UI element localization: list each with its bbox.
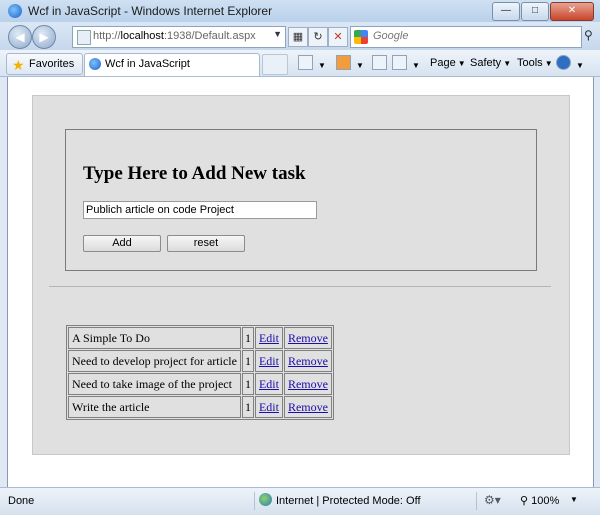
ie-logo-icon [89, 58, 101, 70]
command-bar: ★ Favorites Wcf in JavaScript ▼ ▼ ▼ Page… [0, 50, 600, 77]
page-viewport: Type Here to Add New task Add reset A Si… [7, 77, 594, 487]
addons-icon[interactable]: ⚙▾ [484, 493, 501, 507]
task-count: 1 [241, 327, 254, 349]
task-input[interactable] [83, 201, 317, 219]
help-button[interactable]: ▼ [556, 55, 584, 71]
home-icon [298, 55, 313, 70]
add-task-fieldset: Type Here to Add New task Add reset [65, 129, 537, 271]
minimize-button[interactable]: — [492, 2, 520, 21]
task-name: A Simple To Do [68, 327, 241, 349]
edit-link[interactable]: Edit [259, 400, 279, 414]
address-bar-row: ◀ ▶ http://localhost:1938/Default.aspx ▼… [0, 22, 600, 50]
maximize-button[interactable]: □ [521, 2, 549, 21]
tab-label: Wcf in JavaScript [105, 58, 190, 70]
home-button[interactable]: ▼ [298, 55, 326, 71]
close-button[interactable]: ✕ [550, 2, 594, 21]
remove-link[interactable]: Remove [288, 377, 328, 391]
remove-link[interactable]: Remove [288, 331, 328, 345]
help-icon [556, 55, 571, 70]
table-row: Need to take image of the project 1 Edit… [68, 373, 332, 395]
favorites-button[interactable]: ★ Favorites [6, 53, 84, 75]
edit-link[interactable]: Edit [259, 354, 279, 368]
google-icon [354, 30, 368, 44]
new-tab-button[interactable] [262, 54, 288, 75]
task-name: Need to take image of the project [68, 373, 241, 395]
zoom-level[interactable]: ⚲ 100% [520, 494, 559, 507]
ie-logo-icon [8, 4, 22, 18]
tools-menu[interactable]: Tools ▼ [517, 55, 553, 71]
divider [254, 492, 255, 510]
security-zone[interactable]: Internet | Protected Mode: Off [276, 495, 421, 507]
favorites-label: Favorites [29, 58, 75, 70]
window-title: Wcf in JavaScript - Windows Internet Exp… [28, 4, 273, 18]
reset-button[interactable]: reset [167, 235, 245, 252]
safety-menu[interactable]: Safety ▼ [470, 55, 511, 71]
task-count: 1 [241, 350, 254, 372]
page-title: Type Here to Add New task [83, 163, 306, 184]
task-name: Need to develop project for article [68, 350, 241, 372]
address-url: http://localhost:1938/Default.aspx [93, 30, 256, 42]
back-icon[interactable]: ◀ [8, 25, 32, 49]
chevron-down-icon[interactable]: ▼ [570, 495, 578, 504]
status-bar: Done Internet | Protected Mode: Off ⚙▾ ⚲… [0, 487, 600, 515]
divider [476, 492, 477, 510]
edit-link[interactable]: Edit [259, 377, 279, 391]
table-row: Need to develop project for article 1 Ed… [68, 350, 332, 372]
chevron-down-icon[interactable]: ▼ [273, 29, 282, 39]
window-controls: — □ ✕ [492, 2, 594, 21]
add-button[interactable]: Add [83, 235, 161, 252]
globe-icon [259, 493, 272, 506]
feeds-icon [336, 55, 351, 70]
title-bar: Wcf in JavaScript - Windows Internet Exp… [0, 0, 600, 22]
page-menu[interactable]: Page ▼ [430, 55, 466, 71]
remove-link[interactable]: Remove [288, 354, 328, 368]
mail-icon [372, 55, 387, 70]
task-count: 1 [241, 373, 254, 395]
forward-icon[interactable]: ▶ [32, 25, 56, 49]
edit-link[interactable]: Edit [259, 331, 279, 345]
stop-icon[interactable]: ✕ [328, 27, 348, 47]
task-name: Write the article [68, 396, 241, 418]
address-input[interactable]: http://localhost:1938/Default.aspx ▼ [72, 26, 286, 48]
print-icon [392, 55, 407, 70]
star-icon: ★ [12, 57, 25, 73]
search-icon[interactable]: ⚲ [584, 28, 593, 42]
mail-button[interactable] [372, 55, 390, 71]
refresh-icon[interactable]: ↻ [308, 27, 328, 47]
task-count: 1 [241, 396, 254, 418]
table-row: Write the article 1 Edit Remove [68, 396, 332, 418]
page-icon [77, 30, 91, 45]
search-input[interactable]: Google [350, 26, 582, 48]
remove-link[interactable]: Remove [288, 400, 328, 414]
status-text: Done [8, 495, 35, 507]
compatibility-icon[interactable]: ▦ [288, 27, 308, 47]
main-panel: Type Here to Add New task Add reset A Si… [32, 95, 570, 455]
divider [49, 286, 551, 287]
tab-wcf-in-javascript[interactable]: Wcf in JavaScript [84, 53, 260, 76]
feeds-button[interactable]: ▼ [336, 55, 364, 71]
print-button[interactable]: ▼ [392, 55, 420, 71]
table-row: A Simple To Do 1 Edit Remove [68, 327, 332, 349]
task-table: A Simple To Do 1 Edit Remove Need to dev… [66, 325, 334, 420]
